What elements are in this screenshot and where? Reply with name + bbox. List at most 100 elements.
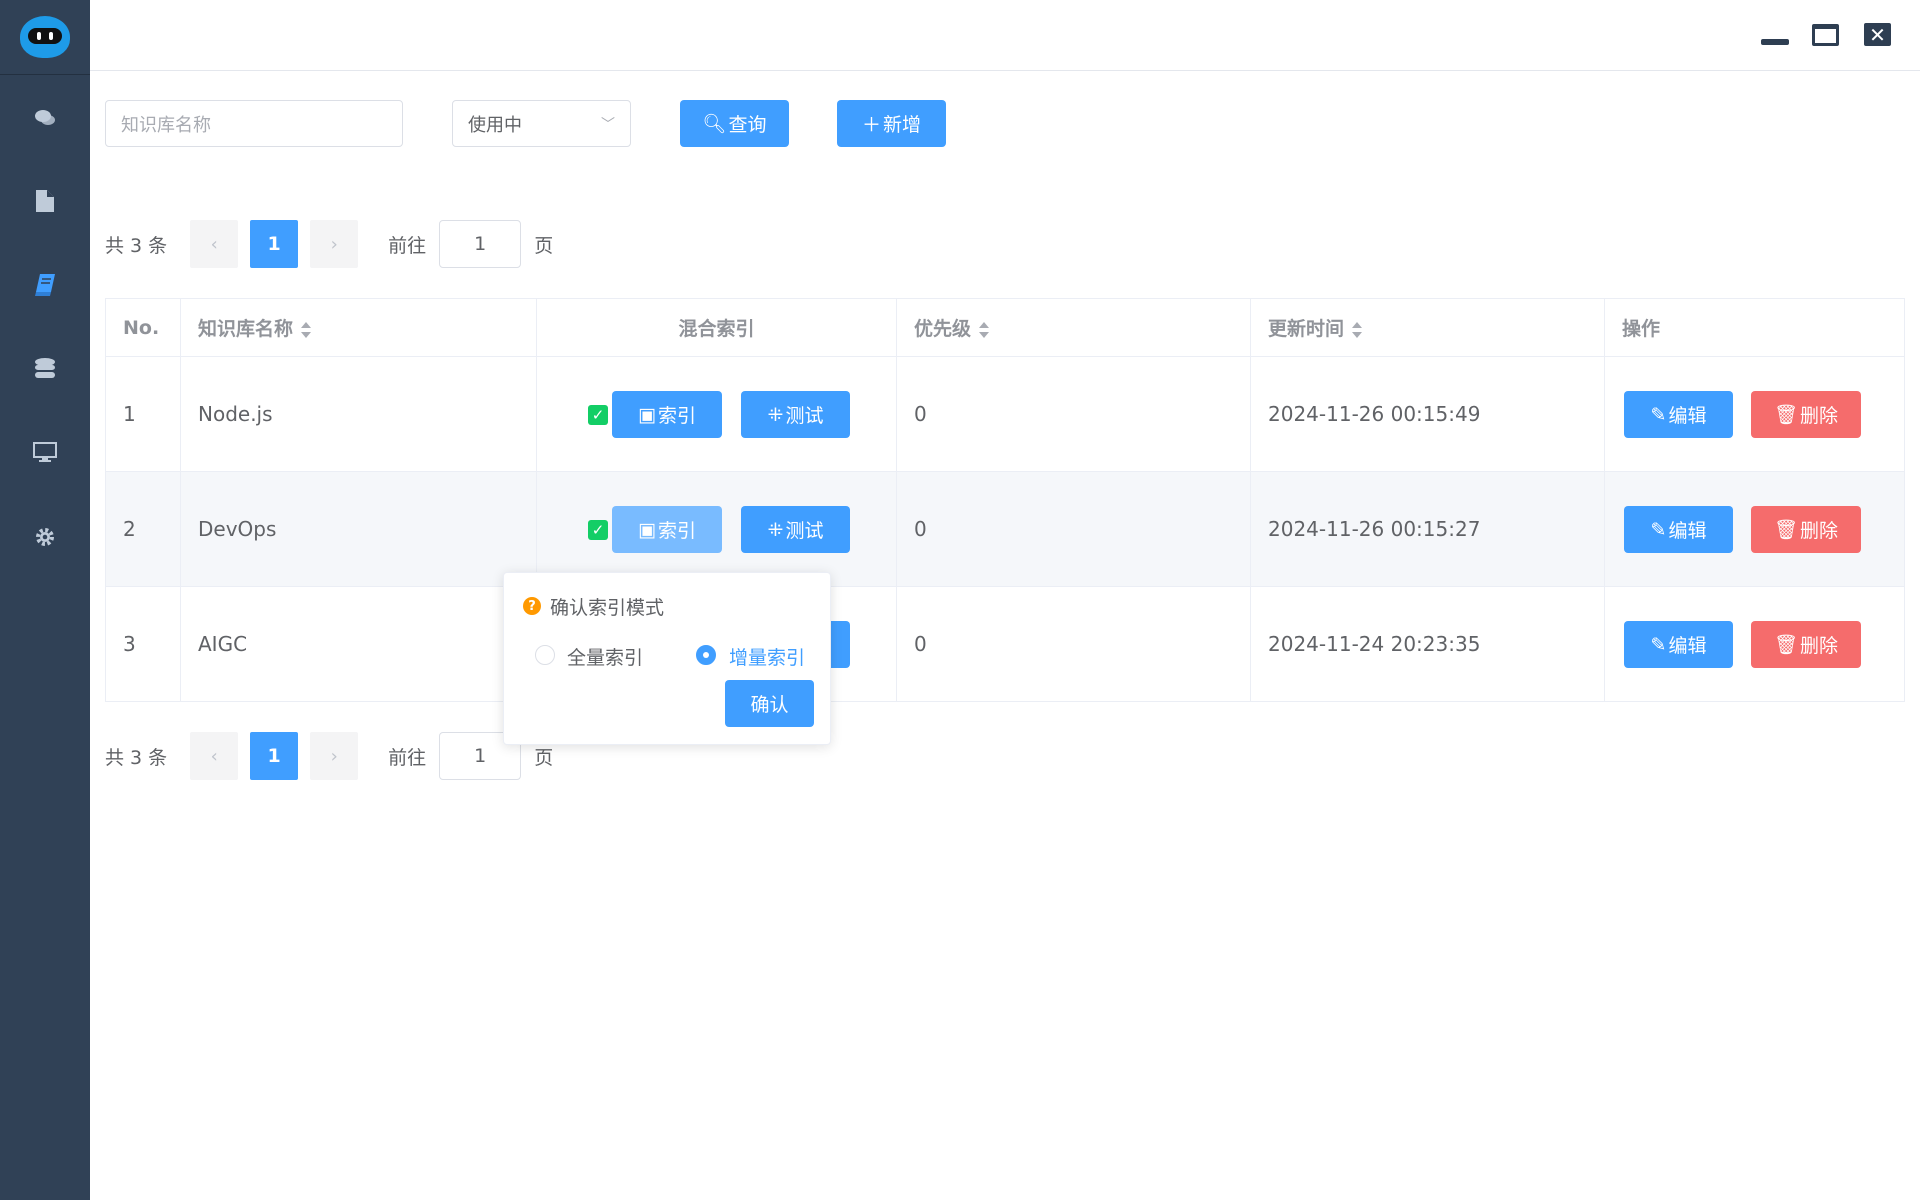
- maximize-icon: [1812, 24, 1839, 46]
- header-updated[interactable]: 更新时间: [1250, 298, 1605, 357]
- cell-priority: 0: [896, 471, 1251, 587]
- edit-icon: ✎: [1650, 633, 1667, 656]
- index-button[interactable]: ▣索引: [612, 506, 722, 553]
- label-full-index[interactable]: 全量索引: [567, 643, 643, 670]
- status-select[interactable]: 使用中 ﹀: [452, 100, 631, 147]
- cell-updated: 2024-11-26 00:15:49: [1250, 356, 1605, 472]
- cell-priority: 0: [896, 586, 1251, 702]
- page-suffix: 页: [534, 746, 554, 769]
- minimize-icon: [1761, 39, 1789, 45]
- divider: [0, 74, 90, 75]
- close-button[interactable]: ✕: [1864, 22, 1892, 47]
- status-select-value: 使用中: [468, 114, 522, 136]
- index-button[interactable]: ▣索引: [612, 391, 722, 438]
- cell-no: 3: [105, 586, 181, 702]
- hybrid-index-checkbox[interactable]: ✓: [588, 405, 608, 425]
- header-index: 混合索引: [536, 298, 897, 357]
- cell-no: 2: [105, 471, 181, 587]
- sort-icon[interactable]: [301, 321, 312, 339]
- query-button[interactable]: 🔍︎ 查询: [680, 100, 789, 147]
- chevron-down-icon: ﹀: [601, 116, 615, 133]
- knowledge-base-name-input[interactable]: 知识库名称: [105, 100, 403, 147]
- cell-name: Node.js: [180, 356, 537, 472]
- cell-index: ✓ ▣索引 ⁜测试: [536, 471, 897, 587]
- goto-label: 前往: [388, 234, 427, 257]
- table-row: 3 AIGC ✓ ▣索引 ⁜测试 0 2024-11-24 20:23:35 ✎…: [105, 586, 1905, 702]
- radio-full-index[interactable]: [535, 645, 555, 665]
- total-count: 共 3 条: [105, 234, 168, 257]
- table-header-row: No. 知识库名称 混合索引 优先级 更新时间 操作: [105, 298, 1905, 357]
- delete-button[interactable]: 🗑︎ 删除: [1751, 391, 1861, 438]
- hybrid-index-checkbox[interactable]: ✓: [588, 520, 608, 540]
- book-icon: [35, 273, 55, 301]
- robot-logo: [20, 16, 70, 58]
- minimize-button[interactable]: [1761, 22, 1789, 46]
- database-icon: [35, 357, 55, 385]
- header-actions: 操作: [1604, 298, 1905, 357]
- test-button[interactable]: ⁜测试: [741, 391, 850, 438]
- cell-updated: 2024-11-24 20:23:35: [1250, 586, 1605, 702]
- next-page-button[interactable]: ›: [310, 220, 359, 268]
- goto-label: 前往: [388, 746, 427, 769]
- prev-page-button[interactable]: ‹: [190, 732, 239, 780]
- confirm-button[interactable]: 确认: [725, 680, 814, 727]
- sidebar-item-chat[interactable]: [0, 100, 90, 140]
- edit-button[interactable]: ✎ 编辑: [1624, 506, 1733, 553]
- cell-index: ✓ ▣索引 ⁜测试: [536, 356, 897, 472]
- test-button[interactable]: ⁜测试: [741, 506, 850, 553]
- add-button[interactable]: ＋新增: [837, 100, 946, 147]
- input-placeholder: 知识库名称: [121, 114, 211, 136]
- total-count: 共 3 条: [105, 746, 168, 769]
- loading-icon: ⁜: [767, 518, 784, 541]
- trash-icon: 🗑︎: [1773, 634, 1799, 656]
- loading-icon: ⁜: [767, 403, 784, 426]
- cell-no: 1: [105, 356, 181, 472]
- sidebar-item-settings[interactable]: [0, 519, 90, 559]
- knowledge-base-table: No. 知识库名称 混合索引 优先级 更新时间 操作 1 Node.js ✓ ▣…: [105, 298, 1905, 702]
- sidebar-item-document[interactable]: [0, 183, 90, 223]
- goto-page-input[interactable]: 1: [439, 220, 522, 268]
- question-icon: ?: [523, 597, 541, 615]
- popover-title: 确认索引模式: [550, 597, 665, 619]
- edit-icon: ✎: [1650, 518, 1667, 541]
- header-name[interactable]: 知识库名称: [180, 298, 537, 357]
- trash-icon: 🗑︎: [1773, 404, 1799, 426]
- cell-actions: ✎ 编辑 🗑︎ 删除: [1604, 356, 1905, 472]
- edit-button[interactable]: ✎ 编辑: [1624, 391, 1733, 438]
- query-label: 查询: [728, 114, 767, 136]
- index-icon: ▣: [638, 518, 656, 541]
- delete-button[interactable]: 🗑︎ 删除: [1751, 621, 1861, 668]
- index-mode-popover: ? 确认索引模式 全量索引 增量索引 确认: [503, 572, 831, 745]
- page-suffix: 页: [534, 234, 554, 257]
- maximize-button[interactable]: [1812, 22, 1840, 46]
- page-1-button[interactable]: 1: [250, 732, 299, 780]
- label-incremental-index[interactable]: 增量索引: [729, 643, 805, 670]
- header-priority[interactable]: 优先级: [896, 298, 1251, 357]
- cell-actions: ✎ 编辑 🗑︎ 删除: [1604, 586, 1905, 702]
- confirm-label: 确认: [750, 694, 789, 716]
- index-icon: ▣: [638, 403, 656, 426]
- edit-button[interactable]: ✎ 编辑: [1624, 621, 1733, 668]
- gear-icon: [35, 527, 55, 552]
- chat-icon: [34, 108, 56, 133]
- sidebar-item-knowledge-base[interactable]: [0, 267, 90, 307]
- page-1-button[interactable]: 1: [250, 220, 299, 268]
- table-row: 2 DevOps ✓ ▣ 索引 ⁜ 测试 0 2024-11-26 00:15:27…: [105, 471, 1905, 587]
- cell-name: AIGC: [180, 586, 537, 702]
- prev-page-button[interactable]: ‹: [190, 220, 239, 268]
- sidebar-item-monitor[interactable]: [0, 434, 90, 474]
- add-label: 新增: [883, 114, 922, 136]
- pagination-top: 共 3 条 ‹ 1 › 前往 1 页: [105, 220, 553, 268]
- sort-icon[interactable]: [979, 321, 990, 339]
- next-page-button[interactable]: ›: [310, 732, 359, 780]
- sidebar-item-database[interactable]: [0, 351, 90, 391]
- cell-actions: ✎ 编辑 🗑︎ 删除: [1604, 471, 1905, 587]
- sort-icon[interactable]: [1352, 321, 1363, 339]
- delete-button[interactable]: 🗑︎ 删除: [1751, 506, 1861, 553]
- plus-icon: ＋: [861, 114, 881, 136]
- table-row: 1 Node.js ✓ ▣ 索引 ⁜ 测试 0 2024-11-26 00:15:4…: [105, 356, 1905, 472]
- trash-icon: 🗑︎: [1773, 519, 1799, 541]
- document-icon: [36, 189, 54, 217]
- header-divider: [90, 70, 1920, 71]
- radio-incremental-index[interactable]: [696, 645, 716, 665]
